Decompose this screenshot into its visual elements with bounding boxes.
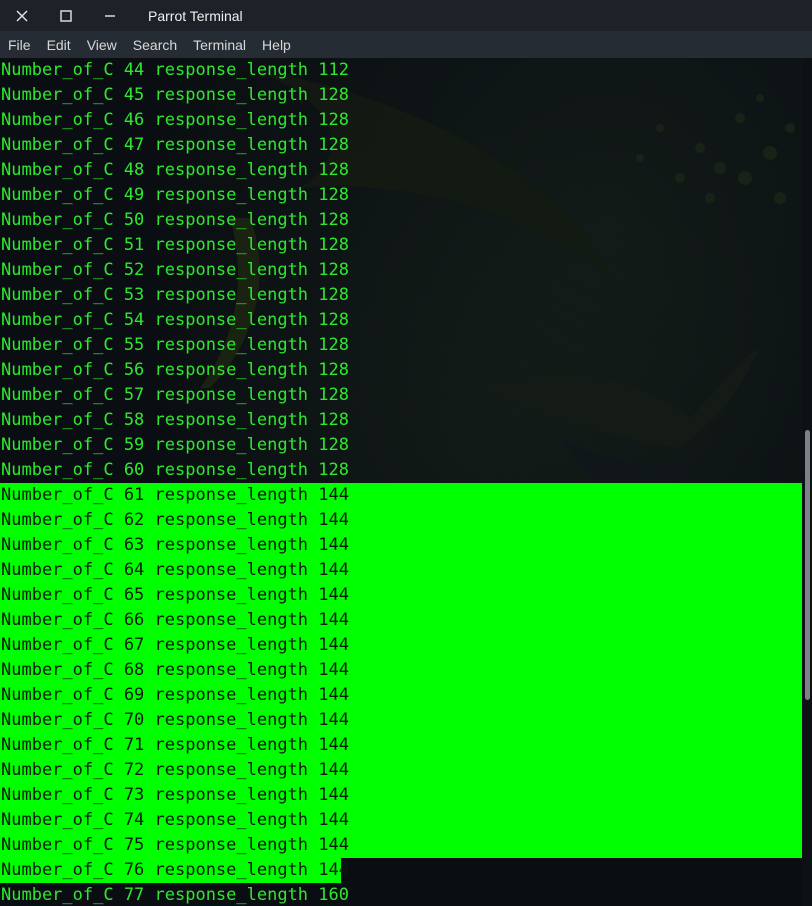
terminal-line: Number_of_C 49 response_length 128 [1,185,349,205]
terminal-output[interactable]: Number_of_C 44 response_length 112 Number… [0,58,812,906]
terminal-line: Number_of_C 48 response_length 128 [1,160,349,180]
terminal-line: Number_of_C 52 response_length 128 [1,260,349,280]
terminal-line: Number_of_C 47 response_length 128 [1,135,349,155]
terminal-line: Number_of_C 44 response_length 112 [1,60,349,80]
terminal-line: Number_of_C 68 response_length 144 [0,658,802,683]
maximize-icon[interactable] [55,5,77,27]
scrollbar-thumb[interactable] [805,430,810,700]
terminal-line: Number_of_C 74 response_length 144 [0,808,802,833]
window-title: Parrot Terminal [148,7,243,24]
terminal-line: Number_of_C 77 response_length 160 [1,885,349,905]
terminal-line: Number_of_C 67 response_length 144 [0,633,802,658]
vertical-scrollbar[interactable] [802,58,812,906]
terminal-line: Number_of_C 56 response_length 128 [1,360,349,380]
terminal-line: Number_of_C 71 response_length 144 [0,733,802,758]
terminal-line: Number_of_C 57 response_length 128 [1,385,349,405]
menu-view[interactable]: View [79,37,125,53]
terminal-line: Number_of_C 58 response_length 128 [1,410,349,430]
menu-terminal[interactable]: Terminal [185,37,254,53]
terminal-line: Number_of_C 60 response_length 128 [1,460,349,480]
terminal-line: Number_of_C 66 response_length 144 [0,608,802,633]
menu-file[interactable]: File [0,37,39,53]
terminal-line: Number_of_C 51 response_length 128 [1,235,349,255]
terminal-line: Number_of_C 72 response_length 144 [0,758,802,783]
terminal-lines: Number_of_C 44 response_length 112 Number… [0,58,802,906]
terminal-line: Number_of_C 69 response_length 144 [0,683,802,708]
terminal-line: Number_of_C 50 response_length 128 [1,210,349,230]
terminal-line: Number_of_C 64 response_length 144 [0,558,802,583]
terminal-line: Number_of_C 70 response_length 144 [0,708,802,733]
menu-bar: File Edit View Search Terminal Help [0,31,812,58]
terminal-line-text: Number_of_C 76 response_length 144 [1,860,349,880]
menu-help[interactable]: Help [254,37,299,53]
terminal-line: Number_of_C 63 response_length 144 [0,533,802,558]
terminal-line: Number_of_C 61 response_length 144 [0,483,802,508]
terminal-line: Number_of_C 75 response_length 144 [0,833,802,858]
minimize-icon[interactable] [99,5,121,27]
menu-search[interactable]: Search [125,37,185,53]
terminal-line: Number_of_C 62 response_length 144 [0,508,802,533]
close-icon[interactable] [11,5,33,27]
menu-edit[interactable]: Edit [39,37,79,53]
terminal-line: Number_of_C 73 response_length 144 [0,783,802,808]
terminal-line: Number_of_C 65 response_length 144 [0,583,802,608]
terminal-line: Number_of_C 59 response_length 128 [1,435,349,455]
terminal-line: Number_of_C 45 response_length 128 [1,85,349,105]
terminal-line: Number_of_C 53 response_length 128 [1,285,349,305]
terminal-line: Number_of_C 76 response_length 144 [0,858,802,883]
title-bar: Parrot Terminal [0,0,812,31]
terminal-line: Number_of_C 54 response_length 128 [1,310,349,330]
terminal-line: Number_of_C 55 response_length 128 [1,335,349,355]
terminal-line: Number_of_C 46 response_length 128 [1,110,349,130]
